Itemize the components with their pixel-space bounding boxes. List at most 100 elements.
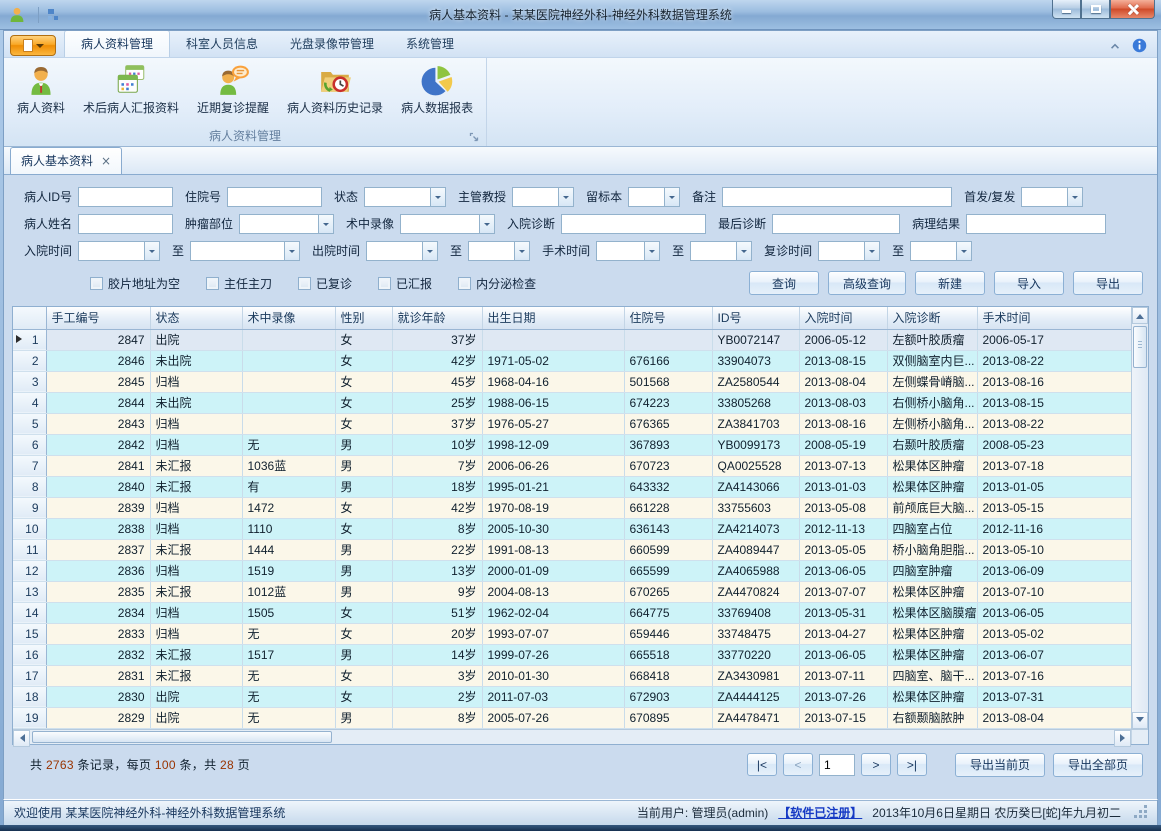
- ribbon-button-1[interactable]: 术后病人汇报资料: [74, 60, 188, 118]
- ribbon-tab-1[interactable]: 科室人员信息: [170, 31, 274, 57]
- table-row[interactable]: 162832未汇报1517男14岁1999-07-266655183377022…: [13, 644, 1131, 665]
- first-or-relapse-select[interactable]: [1021, 187, 1083, 207]
- combo-dropdown-icon[interactable]: [644, 241, 660, 261]
- column-header-6[interactable]: 出生日期: [482, 307, 624, 329]
- combo-dropdown-icon[interactable]: [558, 187, 574, 207]
- column-header-8[interactable]: ID号: [712, 307, 799, 329]
- maximize-button[interactable]: [1081, 0, 1110, 19]
- combo-dropdown-icon[interactable]: [514, 241, 530, 261]
- admission-date-to-select[interactable]: [190, 241, 300, 261]
- close-button[interactable]: [1110, 0, 1155, 19]
- column-header-7[interactable]: 住院号: [624, 307, 712, 329]
- table-row[interactable]: 172831未汇报无女3岁2010-01-30668418ZA343098120…: [13, 665, 1131, 686]
- column-header-11[interactable]: 手术时间: [977, 307, 1131, 329]
- info-icon[interactable]: [1132, 38, 1147, 53]
- reported-checkbox[interactable]: 已汇报: [378, 275, 432, 292]
- new-button[interactable]: 新建: [915, 271, 985, 295]
- column-header-0[interactable]: [13, 307, 46, 329]
- admission-diagnosis-input[interactable]: [561, 214, 706, 234]
- table-row[interactable]: 92839归档1472女42岁1970-08-19661228337556032…: [13, 497, 1131, 518]
- scroll-down-icon[interactable]: [1132, 712, 1148, 729]
- ribbon-button-0[interactable]: 病人资料: [8, 60, 74, 118]
- combo-dropdown-icon[interactable]: [430, 187, 446, 207]
- table-row[interactable]: 52843归档女37岁1976-05-27676365ZA38417032013…: [13, 413, 1131, 434]
- table-row[interactable]: 12847出院女37岁YB00721472006-05-12左额叶胶质瘤2006…: [13, 329, 1131, 350]
- table-row[interactable]: 182830出院无女2岁2011-07-03672903ZA4444125201…: [13, 686, 1131, 707]
- resize-grip[interactable]: [1135, 807, 1147, 819]
- query-button[interactable]: 查询: [749, 271, 819, 295]
- table-row[interactable]: 42844未出院女25岁1988-06-15674223338052682013…: [13, 392, 1131, 413]
- tumor-site-select[interactable]: [239, 214, 334, 234]
- admission-number-input[interactable]: [227, 187, 322, 207]
- combo-dropdown-icon[interactable]: [1067, 187, 1083, 207]
- discharge-date-from-select[interactable]: [366, 241, 438, 261]
- final-diagnosis-input[interactable]: [772, 214, 900, 234]
- patient-id-input[interactable]: [78, 187, 173, 207]
- import-button[interactable]: 导入: [994, 271, 1064, 295]
- revisit-date-to-select[interactable]: [910, 241, 972, 261]
- minimize-button[interactable]: [1052, 0, 1081, 19]
- table-row[interactable]: 102838归档1110女8岁2005-10-30636143ZA4214073…: [13, 518, 1131, 539]
- table-row[interactable]: 112837未汇报1444男22岁1991-08-13660599ZA40894…: [13, 539, 1131, 560]
- ribbon-tab-0[interactable]: 病人资料管理: [64, 30, 170, 57]
- combo-dropdown-icon[interactable]: [422, 241, 438, 261]
- vertical-scroll-thumb[interactable]: [1133, 326, 1147, 368]
- export-all-pages-button[interactable]: 导出全部页: [1053, 753, 1143, 777]
- admission-date-from-select[interactable]: [78, 241, 160, 261]
- ribbon-button-3[interactable]: 病人资料历史记录: [278, 60, 392, 118]
- chief-surgeon-checkbox[interactable]: 主任主刀: [206, 275, 272, 292]
- table-row[interactable]: 152833归档无女20岁1993-07-0765944633748475201…: [13, 623, 1131, 644]
- combo-dropdown-icon[interactable]: [736, 241, 752, 261]
- endocrine-exam-checkbox[interactable]: 内分泌检查: [458, 275, 536, 292]
- next-page-button[interactable]: >: [861, 753, 891, 776]
- revisited-checkbox[interactable]: 已复诊: [298, 275, 352, 292]
- tab-patient-basic-info[interactable]: 病人基本资料 ×: [10, 147, 122, 174]
- prev-page-button[interactable]: <: [783, 753, 813, 776]
- combo-dropdown-icon[interactable]: [664, 187, 680, 207]
- table-row[interactable]: 62842归档无男10岁1998-12-09367893YB0099173200…: [13, 434, 1131, 455]
- patient-name-input[interactable]: [78, 214, 173, 234]
- registered-link[interactable]: 【软件已注册】: [778, 804, 862, 821]
- surgery-video-select[interactable]: [400, 214, 495, 234]
- horizontal-scroll-thumb[interactable]: [32, 731, 332, 743]
- scroll-up-icon[interactable]: [1132, 307, 1148, 324]
- status-select[interactable]: [364, 187, 446, 207]
- table-row[interactable]: 192829出院无男8岁2005-07-26670895ZA4478471201…: [13, 707, 1131, 728]
- discharge-date-to-select[interactable]: [468, 241, 530, 261]
- combo-dropdown-icon[interactable]: [864, 241, 880, 261]
- column-header-1[interactable]: 手工编号: [46, 307, 150, 329]
- combo-dropdown-icon[interactable]: [956, 241, 972, 261]
- ribbon-tab-3[interactable]: 系统管理: [390, 31, 470, 57]
- specimen-kept-select[interactable]: [628, 187, 680, 207]
- table-row[interactable]: 132835未汇报1012蓝男9岁2004-08-13670265ZA44708…: [13, 581, 1131, 602]
- ribbon-button-2[interactable]: 近期复诊提醒: [188, 60, 278, 118]
- column-header-9[interactable]: 入院时间: [799, 307, 887, 329]
- surgery-date-from-select[interactable]: [596, 241, 660, 261]
- table-row[interactable]: 32845归档女45岁1968-04-16501568ZA25805442013…: [13, 371, 1131, 392]
- advanced-query-button[interactable]: 高级查询: [828, 271, 906, 295]
- vertical-scrollbar[interactable]: [1131, 307, 1148, 729]
- combo-dropdown-icon[interactable]: [318, 214, 334, 234]
- ribbon-button-4[interactable]: 病人数据报表: [392, 60, 482, 118]
- column-header-3[interactable]: 术中录像: [242, 307, 335, 329]
- pathology-result-input[interactable]: [966, 214, 1106, 234]
- remark-input[interactable]: [722, 187, 952, 207]
- export-current-page-button[interactable]: 导出当前页: [955, 753, 1045, 777]
- page-number-input[interactable]: [819, 754, 855, 776]
- collapse-ribbon-icon[interactable]: [1108, 40, 1122, 52]
- tab-close-icon[interactable]: ×: [101, 156, 111, 166]
- table-row[interactable]: 142834归档1505女51岁1962-02-0466477533769408…: [13, 602, 1131, 623]
- dialog-launcher-icon[interactable]: [469, 132, 480, 143]
- combo-dropdown-icon[interactable]: [284, 241, 300, 261]
- table-row[interactable]: 72841未汇报1036蓝男7岁2006-06-26670723QA002552…: [13, 455, 1131, 476]
- film-address-empty-checkbox[interactable]: 胶片地址为空: [90, 275, 180, 292]
- table-row[interactable]: 22846未出院女42岁1971-05-02676166339040732013…: [13, 350, 1131, 371]
- export-button[interactable]: 导出: [1073, 271, 1143, 295]
- column-header-10[interactable]: 入院诊断: [887, 307, 977, 329]
- horizontal-scrollbar[interactable]: [13, 729, 1148, 744]
- column-header-4[interactable]: 性别: [335, 307, 392, 329]
- column-header-5[interactable]: 就诊年龄: [392, 307, 482, 329]
- app-menu-button[interactable]: [10, 35, 56, 56]
- combo-dropdown-icon[interactable]: [479, 214, 495, 234]
- combo-dropdown-icon[interactable]: [144, 241, 160, 261]
